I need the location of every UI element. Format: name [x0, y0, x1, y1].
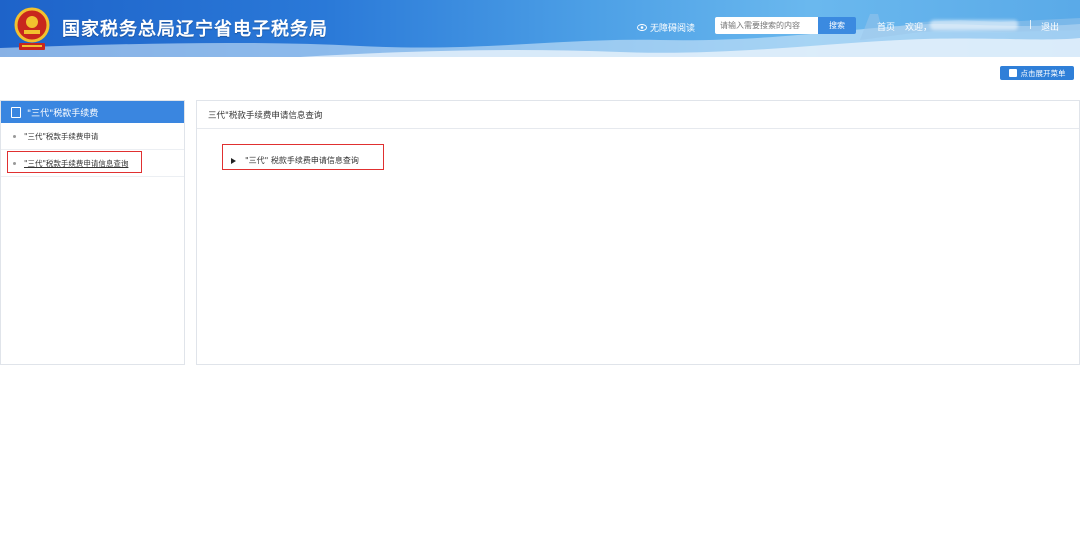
accessible-reading-label: 无障碍阅读: [650, 24, 696, 34]
header-separator: |: [1029, 20, 1033, 30]
expand-menu-button[interactable]: 点击展开菜单: [1000, 66, 1074, 80]
highlight-box-content: [222, 144, 384, 170]
home-link[interactable]: 首页: [877, 20, 895, 33]
expand-menu-label: 点击展开菜单: [1020, 68, 1066, 78]
tax-emblem-icon: [14, 7, 50, 50]
accessible-reading-link[interactable]: 无障碍阅读: [637, 21, 695, 34]
eye-icon: [637, 24, 647, 31]
logout-link[interactable]: 退出: [1041, 20, 1059, 33]
bullet-icon: [13, 134, 16, 138]
document-icon: [11, 106, 21, 118]
welcome-text: 欢迎，: [905, 23, 933, 33]
sidebar-item-label: "三代"税款手续费申请: [24, 131, 99, 141]
content-panel: 三代"税款手续费申请信息查询 "三代" 税款手续费申请信息查询: [196, 100, 1080, 365]
highlight-box-sidebar: [7, 151, 142, 173]
sidebar-title: "三代"税款手续费: [27, 108, 99, 119]
user-name-redacted: [930, 20, 1018, 30]
sidebar: "三代"税款手续费 "三代"税款手续费申请 "三代"税款手续费申请信息查询: [0, 100, 185, 365]
panel-title: 三代"税款手续费申请信息查询: [197, 101, 1079, 129]
site-title: 国家税务总局辽宁省电子税务局: [62, 19, 328, 40]
search-input[interactable]: [715, 17, 823, 34]
sidebar-header[interactable]: "三代"税款手续费: [1, 101, 184, 123]
top-banner: 国家税务总局辽宁省电子税务局 无障碍阅读 搜索 首页 欢迎， | 退出: [0, 0, 1080, 57]
menu-icon: [1008, 69, 1017, 77]
search-button[interactable]: 搜索: [818, 17, 856, 34]
sidebar-item-fee-application[interactable]: "三代"税款手续费申请: [1, 123, 184, 150]
